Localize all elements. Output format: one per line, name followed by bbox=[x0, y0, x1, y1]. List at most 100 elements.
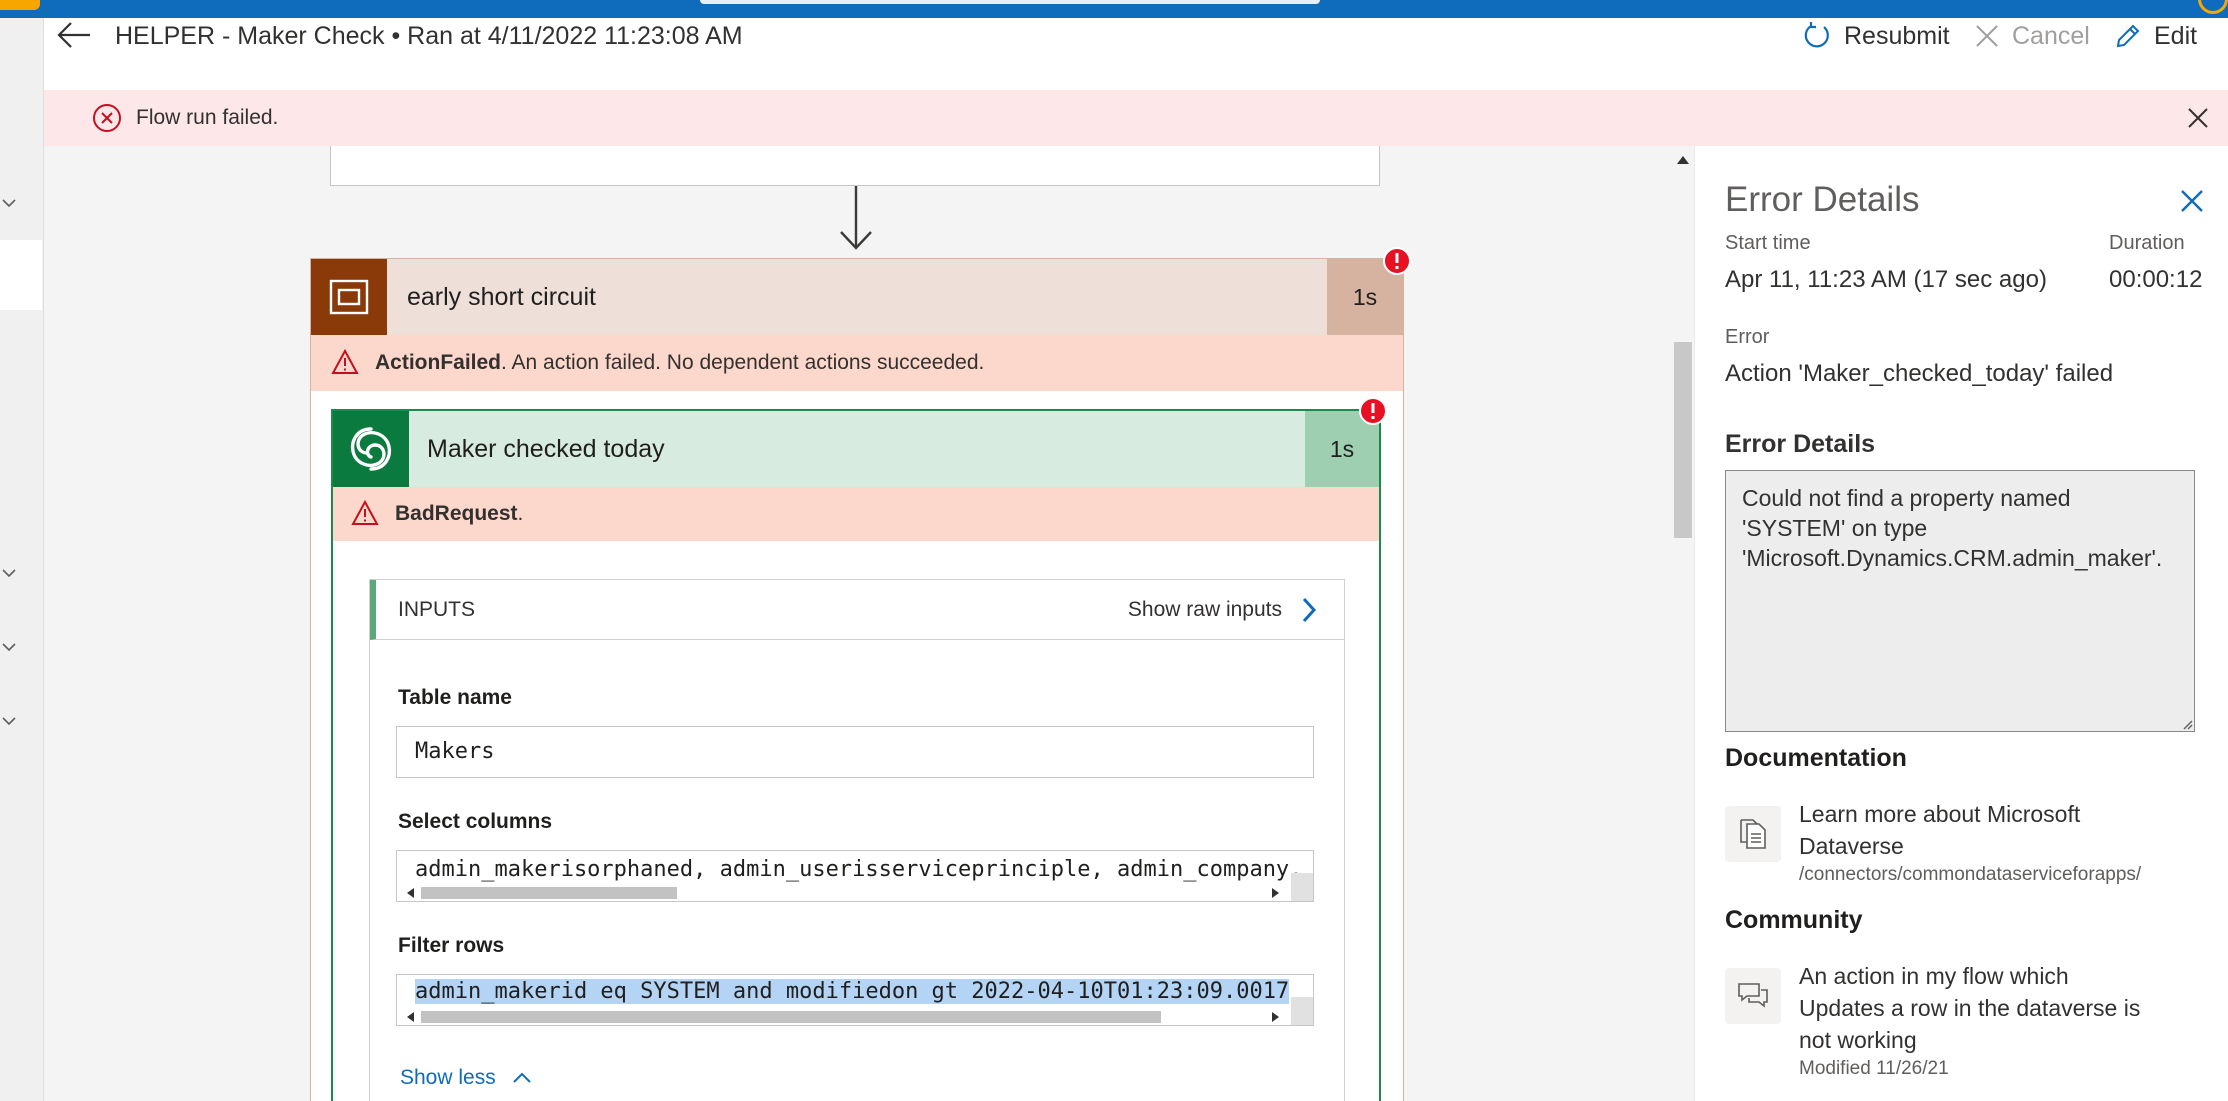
chevron-down-icon[interactable] bbox=[2, 566, 16, 580]
chat-icon bbox=[1738, 983, 1768, 1008]
edit-button[interactable]: Edit bbox=[2114, 18, 2197, 54]
community-post-line: An action in my flow which bbox=[1799, 963, 2069, 989]
scroll-right-icon[interactable] bbox=[1271, 887, 1281, 899]
dataverse-icon-tile bbox=[333, 411, 409, 487]
field-label: Select columns bbox=[398, 810, 553, 833]
field-label: Filter rows bbox=[398, 934, 505, 957]
horizontal-scrollbar-thumb[interactable] bbox=[421, 1011, 1161, 1023]
scroll-left-icon[interactable] bbox=[405, 1011, 415, 1023]
inputs-label: INPUTS bbox=[398, 598, 476, 621]
scope-icon-tile bbox=[311, 259, 387, 335]
chevron-up-icon bbox=[512, 1073, 531, 1084]
document-icon-tile bbox=[1725, 806, 1781, 862]
refresh-icon bbox=[1804, 22, 1829, 48]
scope-error-text: ActionFailed. An action failed. No depen… bbox=[375, 351, 984, 375]
page-title: HELPER - Maker Check • Ran at 4/11/2022 … bbox=[115, 22, 743, 50]
action-header[interactable]: Maker checked today 1s bbox=[333, 411, 1379, 487]
field-label: Table name bbox=[398, 686, 512, 709]
banner-message: Flow run failed. bbox=[136, 106, 279, 129]
doc-path: /connectors/commondataserviceforapps/ bbox=[1799, 864, 2142, 885]
duration-value: 00:00:12 bbox=[2109, 266, 2203, 293]
left-nav-rail bbox=[0, 18, 44, 1101]
panel-title: Error Details bbox=[1725, 180, 1920, 219]
search-box[interactable] bbox=[700, 0, 1320, 4]
scroll-left-icon[interactable] bbox=[405, 887, 415, 899]
canvas-scrollbar-thumb[interactable] bbox=[1674, 342, 1692, 538]
resize-grip-icon[interactable] bbox=[2181, 718, 2193, 730]
filter-rows-value: admin_makerid eq SYSTEM and modifiedon g… bbox=[415, 979, 1290, 1004]
scope-icon bbox=[329, 279, 369, 315]
resubmit-label: Resubmit bbox=[1844, 21, 1950, 50]
show-raw-inputs-link[interactable]: Show raw inputs bbox=[1128, 598, 1282, 622]
table-name-value: Makers bbox=[415, 739, 495, 764]
community-post-link[interactable]: An action in my flow which Updates a row… bbox=[1799, 960, 2140, 1056]
doc-link-line: Learn more about Microsoft bbox=[1799, 801, 2081, 827]
inputs-header: INPUTS Show raw inputs bbox=[370, 580, 1344, 640]
back-arrow-icon[interactable] bbox=[56, 20, 92, 50]
dataverse-icon bbox=[350, 427, 392, 471]
action-maker-checked-today: Maker checked today 1s BadRequest. INPUT… bbox=[331, 409, 1381, 1101]
chevron-down-icon[interactable] bbox=[2, 640, 16, 654]
dismiss-icon[interactable] bbox=[2184, 104, 2212, 132]
table-name-field[interactable]: Makers bbox=[396, 726, 1314, 778]
inputs-section: INPUTS Show raw inputs Table name Makers… bbox=[369, 579, 1345, 1101]
chevron-down-icon[interactable] bbox=[2, 714, 16, 728]
chat-icon-tile bbox=[1725, 968, 1781, 1024]
app-logo bbox=[0, 0, 40, 10]
error-circle-icon bbox=[93, 104, 121, 132]
action-title: Maker checked today bbox=[427, 435, 665, 463]
chevron-right-icon[interactable] bbox=[1300, 596, 1318, 624]
scroll-corner bbox=[1291, 997, 1313, 1025]
action-error-text: BadRequest. bbox=[395, 502, 523, 526]
scope-header[interactable]: early short circuit 1s bbox=[311, 259, 1403, 335]
error-details-panel: Error Details Start time Apr 11, 11:23 A… bbox=[1694, 146, 2228, 1101]
resubmit-button[interactable]: Resubmit bbox=[1802, 18, 1950, 54]
error-value: Action 'Maker_checked_today' failed bbox=[1725, 360, 2114, 387]
details-label: Error Details bbox=[1725, 430, 1876, 458]
scope-error-code: ActionFailed bbox=[375, 351, 502, 374]
scroll-up-icon[interactable] bbox=[1674, 152, 1692, 168]
chevron-down-icon[interactable] bbox=[2, 196, 16, 210]
scope-title: early short circuit bbox=[407, 283, 596, 311]
action-error-code: BadRequest bbox=[395, 502, 518, 525]
duration-label: Duration bbox=[2109, 232, 2185, 254]
scroll-corner bbox=[1291, 873, 1313, 901]
profile-icon[interactable] bbox=[2198, 0, 2228, 14]
action-error-row: BadRequest. bbox=[333, 487, 1379, 541]
scroll-right-icon[interactable] bbox=[1271, 1011, 1281, 1023]
community-post-line: not working bbox=[1799, 1027, 1917, 1053]
select-columns-value: admin_makerisorphaned, admin_userisservi… bbox=[415, 857, 1303, 882]
warning-icon bbox=[351, 500, 379, 525]
error-details-textarea[interactable]: Could not find a property named 'SYSTEM'… bbox=[1725, 470, 2195, 732]
select-columns-field[interactable]: admin_makerisorphaned, admin_userisservi… bbox=[396, 850, 1314, 902]
edit-label: Edit bbox=[2154, 21, 2198, 50]
doc-link-line: Dataverse bbox=[1799, 833, 1904, 859]
document-icon bbox=[1740, 819, 1766, 849]
start-time-label: Start time bbox=[1725, 232, 1811, 254]
canvas-scrollbar-track[interactable] bbox=[1672, 146, 1694, 1101]
documentation-heading: Documentation bbox=[1725, 744, 1907, 772]
horizontal-scrollbar-thumb[interactable] bbox=[421, 887, 677, 899]
filter-rows-field[interactable]: admin_makerid eq SYSTEM and modifiedon g… bbox=[396, 974, 1314, 1026]
scope-error-row: ActionFailed. An action failed. No depen… bbox=[311, 335, 1403, 391]
community-heading: Community bbox=[1725, 906, 1863, 934]
close-icon[interactable] bbox=[2179, 188, 2205, 214]
show-less-link[interactable]: Show less bbox=[400, 1066, 532, 1090]
show-less-label: Show less bbox=[400, 1066, 496, 1089]
error-badge-icon bbox=[1359, 397, 1387, 425]
flow-canvas: early short circuit 1s ActionFailed. An … bbox=[44, 146, 1674, 1101]
scope-error-message: . An action failed. No dependent actions… bbox=[501, 351, 985, 374]
cancel-button[interactable]: Cancel bbox=[1974, 18, 2090, 54]
app-top-bar bbox=[0, 0, 2228, 18]
error-label: Error bbox=[1725, 326, 1770, 348]
error-banner: Flow run failed. bbox=[44, 90, 2228, 146]
doc-link[interactable]: Learn more about Microsoft Dataverse bbox=[1799, 798, 2080, 862]
warning-icon bbox=[331, 349, 359, 374]
community-post-meta: Modified 11/26/21 bbox=[1799, 1058, 1949, 1079]
close-icon bbox=[1976, 25, 1998, 47]
previous-action-card[interactable] bbox=[330, 146, 1380, 186]
error-badge-icon bbox=[1383, 247, 1411, 275]
pencil-icon bbox=[2116, 24, 2140, 48]
start-time-value: Apr 11, 11:23 AM (17 sec ago) bbox=[1725, 266, 2047, 293]
nav-selected-item[interactable] bbox=[0, 240, 42, 310]
